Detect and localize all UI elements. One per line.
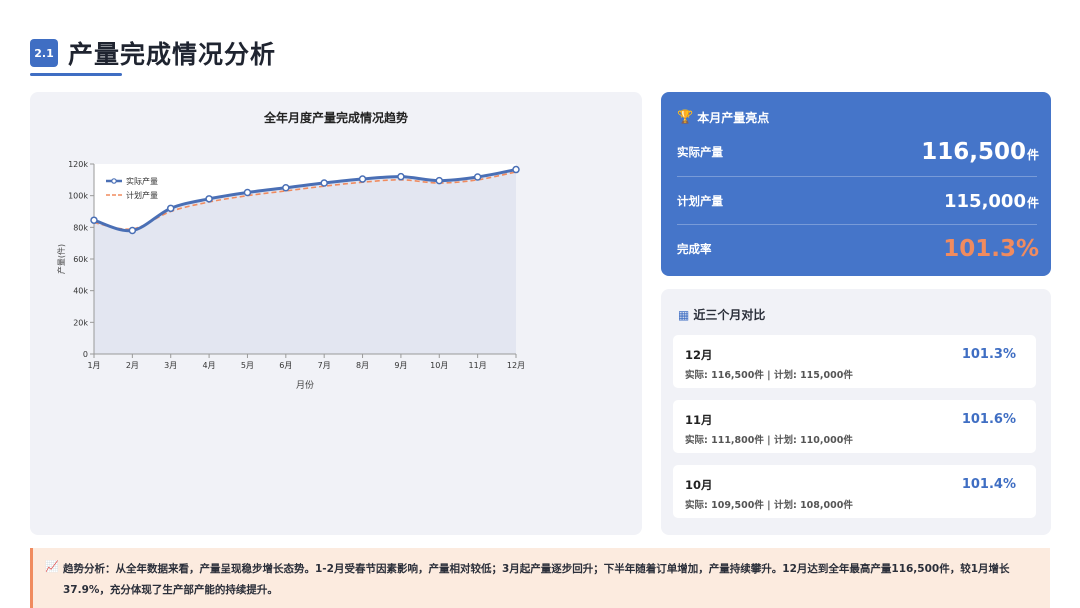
page-title: 产量完成情况分析: [68, 40, 277, 69]
actual-data-point: [243, 188, 252, 197]
actual-row: 实际产量 116,500件: [677, 129, 1039, 175]
actual-data-point: [473, 173, 482, 181]
highlight-card: 🏆 本月产量亮点 实际产量 116,500件 计划产量 115,000件 完成率…: [661, 92, 1051, 276]
legend-label-plan: 计划产量: [126, 190, 158, 200]
actual-unit: 件: [1026, 148, 1039, 162]
actual-data-point: [205, 195, 213, 203]
x-tick-label: 4月: [203, 361, 216, 370]
comparison-title: ▦ 近三个月对比: [678, 306, 765, 323]
section-number-badge: 2.1: [30, 39, 58, 67]
y-tick-label: 60k: [73, 255, 88, 264]
month-label: 11月: [685, 413, 713, 427]
divider: [677, 224, 1037, 225]
section-header: 2.1 产量完成情况分析: [30, 33, 276, 73]
comparison-card: 10月 实际: 109,500件 | 计划: 108,000件 101.4%: [673, 465, 1036, 518]
x-tick-label: 3月: [164, 361, 177, 370]
y-tick-label: 0: [83, 350, 88, 359]
actual-data-point: [166, 204, 175, 213]
x-tick-label: 11月: [469, 361, 487, 370]
trend-chart-icon: 📈: [45, 560, 59, 573]
month-detail: 实际: 111,800件 | 计划: 110,000件: [685, 435, 853, 446]
calendar-icon: ▦: [678, 307, 690, 322]
rate-value: 101.3%: [943, 236, 1039, 262]
x-tick-label: 10月: [430, 361, 448, 370]
title-underline: [30, 73, 122, 76]
x-tick-label: 1月: [87, 361, 100, 370]
x-tick-label: 6月: [279, 361, 292, 370]
actual-data-point: [128, 226, 137, 235]
month-detail: 实际: 116,500件 | 计划: 115,000件: [685, 370, 853, 381]
plan-value: 115,000: [944, 190, 1026, 212]
chart-title: 全年月度产量完成情况趋势: [263, 110, 408, 125]
y-tick-label: 40k: [73, 287, 88, 296]
month-rate: 101.6%: [961, 412, 1016, 427]
month-label: 10月: [685, 478, 713, 492]
y-tick-label: 80k: [73, 223, 88, 232]
comparison-title-text: 近三个月对比: [693, 308, 766, 322]
comparison-card: 12月 实际: 116,500件 | 计划: 115,000件 101.3%: [673, 335, 1036, 388]
month-rate: 101.3%: [961, 347, 1016, 362]
comparison-card: 11月 实际: 111,800件 | 计划: 110,000件 101.6%: [673, 400, 1036, 453]
divider: [677, 176, 1037, 177]
line-chart: 全年月度产量完成情况趋势 0 20k 40k 60k 80k 100k 120k 1月 2月 3月 4…: [56, 110, 525, 391]
legend-label-actual: 实际产量: [126, 176, 158, 186]
plan-unit: 件: [1026, 195, 1039, 210]
y-axis-label: 产量(件): [56, 244, 66, 274]
y-tick-label: 20k: [73, 318, 88, 327]
actual-data-point: [90, 216, 98, 224]
x-axis-label: 月份: [296, 379, 314, 391]
trend-analysis-text: 趋势分析：从全年数据来看，产量呈现稳步增长态势。1-2月受春节因素影响，产量相对…: [63, 563, 1010, 596]
plan-row: 计划产量 115,000件: [677, 178, 1039, 224]
x-tick-label: 8月: [356, 361, 369, 370]
actual-data-point: [512, 165, 520, 174]
actual-value: 116,500: [921, 139, 1026, 165]
comparison-panel: ▦ 近三个月对比 12月 实际: 116,500件 | 计划: 115,000件…: [661, 289, 1051, 535]
month-label: 12月: [685, 348, 713, 362]
plan-label: 计划产量: [677, 194, 723, 208]
y-tick-label: 100k: [68, 192, 88, 201]
rate-label: 完成率: [677, 242, 712, 256]
actual-data-point: [435, 176, 444, 185]
actual-label: 实际产量: [677, 145, 723, 159]
actual-data-point: [282, 184, 290, 192]
actual-data-point: [397, 172, 405, 181]
actual-data-point: [320, 179, 328, 187]
trend-analysis-note: 📈 趋势分析：从全年数据来看，产量呈现稳步增长态势。1-2月受春节因素影响，产量…: [30, 548, 1050, 608]
x-tick-label: 7月: [318, 361, 331, 370]
trophy-icon: 🏆: [677, 110, 694, 125]
month-rate: 101.4%: [961, 477, 1016, 492]
rate-row: 完成率 101.3%: [677, 226, 1039, 272]
x-tick-label: 9月: [394, 361, 407, 370]
chart-panel: 全年月度产量完成情况趋势 0 20k 40k 60k 80k 100k 120k 1月 2月 3月 4…: [30, 92, 642, 535]
x-tick-label: 2月: [126, 361, 139, 370]
y-tick-label: 120k: [68, 160, 88, 169]
month-detail: 实际: 109,500件 | 计划: 108,000件: [685, 500, 853, 511]
legend-marker-actual: [111, 178, 117, 184]
actual-data-point: [358, 175, 367, 183]
highlight-title-text: 本月产量亮点: [697, 111, 770, 125]
highlight-title: 🏆 本月产量亮点: [677, 109, 769, 126]
x-tick-label: 12月: [507, 361, 525, 370]
x-tick-label: 5月: [241, 361, 254, 370]
